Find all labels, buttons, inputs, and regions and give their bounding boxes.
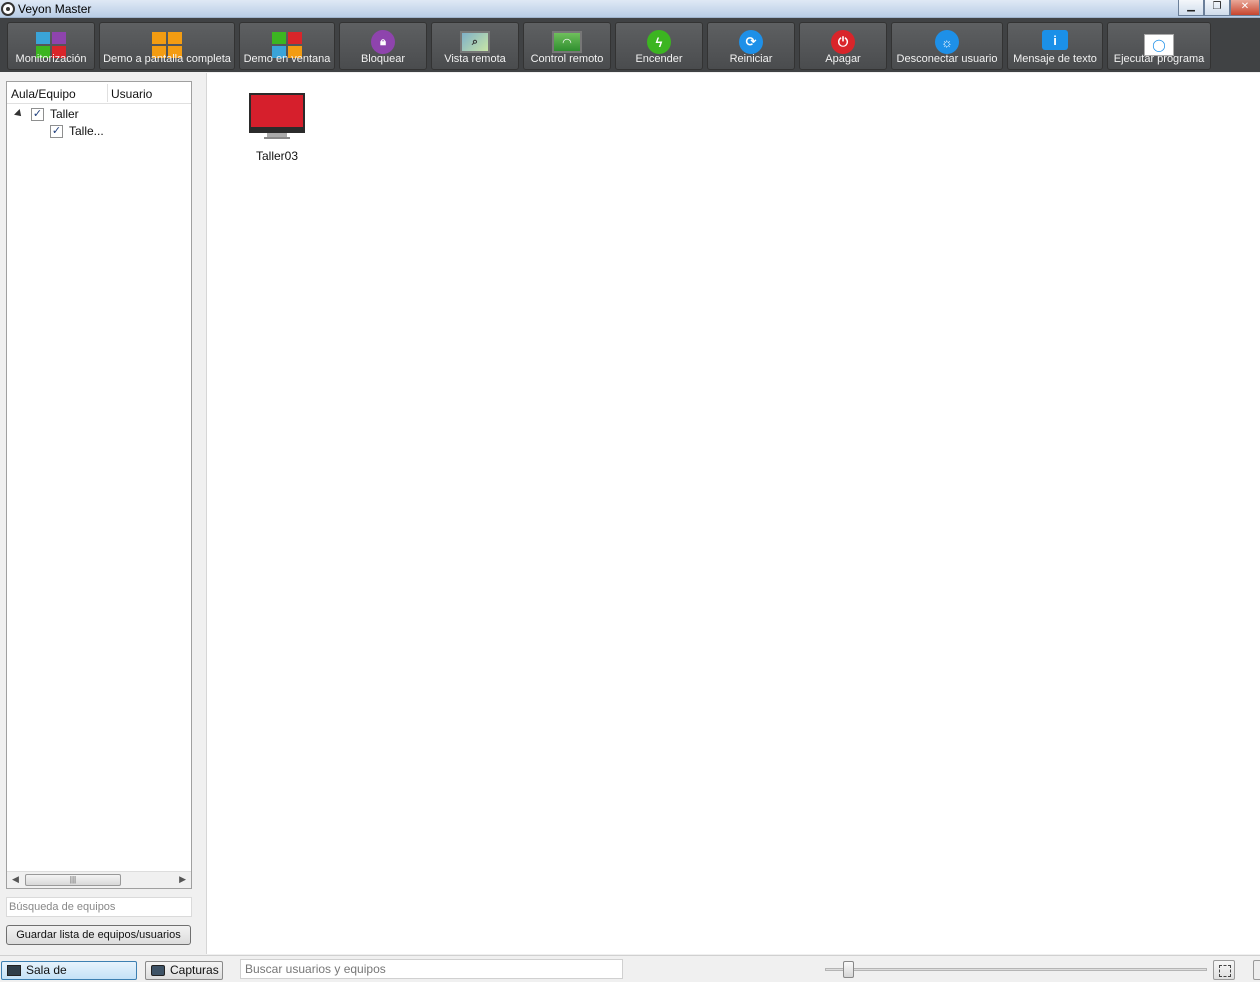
computer-checkbox[interactable]: ✓: [50, 124, 63, 138]
scroll-left-icon[interactable]: ◀: [12, 874, 19, 885]
power-on-button[interactable]: ϟ Encender: [615, 22, 703, 70]
reboot-label: Reiniciar: [729, 53, 773, 65]
save-list-button[interactable]: Guardar lista de equipos/usuarios: [6, 925, 191, 945]
logout-button[interactable]: ☼ Desconectar usuario: [891, 22, 1003, 70]
demo-window-label: Demo en ventana: [243, 53, 331, 65]
tree-item-computer[interactable]: ✓ Talle...: [50, 123, 104, 139]
lock-icon: 🔒︎: [371, 30, 395, 54]
power-down-button[interactable]: ⏻ Apagar: [799, 22, 887, 70]
zoom-slider-track[interactable]: [825, 968, 1207, 971]
tab-label: Sala de ordenadores: [26, 963, 93, 982]
room-checkbox[interactable]: ✓: [31, 107, 44, 121]
camera-icon: [151, 965, 165, 976]
window-controls: ▁ ❐ ✕: [1178, 0, 1260, 16]
power-off-icon: ⏻: [831, 30, 855, 54]
run-program-label: Ejecutar programa: [1113, 53, 1205, 65]
tree-item-label: Taller: [50, 107, 79, 121]
tab-screenshots[interactable]: Capturas: [145, 961, 223, 980]
computer-tree[interactable]: Aula/Equipo Usuario ✓ Taller ✓ Talle... …: [6, 81, 192, 889]
remote-view-label: Vista remota: [444, 53, 506, 65]
tree-header: Aula/Equipo Usuario: [7, 82, 191, 104]
veyon-eye-icon: [1, 2, 15, 16]
column-header-user[interactable]: Usuario: [111, 87, 152, 101]
power-down-label: Apagar: [825, 53, 861, 65]
expand-arrow-icon[interactable]: [14, 109, 24, 119]
computer-monitoring-area: Taller03: [206, 73, 1260, 954]
computer-room-icon: [7, 965, 21, 976]
user-computer-search-input[interactable]: [240, 959, 623, 979]
logout-label: Desconectar usuario: [896, 53, 998, 65]
reboot-icon: ⟳: [739, 30, 763, 54]
column-header-room[interactable]: Aula/Equipo: [11, 87, 76, 101]
lock-label: Bloquear: [360, 53, 406, 65]
computer-name: Taller03: [255, 149, 299, 163]
zoom-slider-thumb[interactable]: [843, 961, 854, 978]
title-bar: Veyon Master ▁ ❐ ✕: [0, 0, 1260, 18]
tab-computer-room[interactable]: Sala de ordenadores: [1, 961, 137, 982]
computer-monitor-icon: [249, 93, 305, 133]
monitoring-label: Monitorización: [15, 53, 87, 65]
status-bar: Sala de ordenadores Capturas: [0, 955, 1260, 982]
computer-select-panel: Aula/Equipo Usuario ✓ Taller ✓ Talle... …: [0, 73, 206, 954]
remote-view-icon: ⌕: [460, 31, 490, 53]
logout-user-icon: ☼: [935, 30, 959, 54]
close-button[interactable]: ✕: [1230, 0, 1260, 16]
maximize-button[interactable]: ❐: [1204, 0, 1230, 16]
scroll-right-icon[interactable]: ▶: [179, 874, 186, 885]
computer-tile[interactable]: Taller03: [247, 93, 307, 163]
main-toolbar: Monitorización Demo a pantalla completa …: [0, 18, 1260, 72]
computer-search-input[interactable]: [6, 897, 192, 917]
monitoring-button[interactable]: Monitorización: [7, 22, 95, 70]
tab-label: Capturas: [170, 963, 219, 977]
extra-button[interactable]: [1253, 960, 1260, 980]
horizontal-scrollbar[interactable]: ◀ ||| ▶: [7, 871, 191, 888]
tree-item-room[interactable]: ✓ Taller: [14, 106, 79, 122]
scrollbar-thumb[interactable]: |||: [25, 874, 121, 886]
remote-view-button[interactable]: ⌕ Vista remota: [431, 22, 519, 70]
text-message-icon: i: [1042, 30, 1068, 50]
text-message-label: Mensaje de texto: [1013, 53, 1097, 65]
run-program-button[interactable]: ◯ Ejecutar programa: [1107, 22, 1211, 70]
minimize-button[interactable]: ▁: [1178, 0, 1204, 16]
demo-fullscreen-button[interactable]: Demo a pantalla completa: [99, 22, 235, 70]
reboot-button[interactable]: ⟳ Reiniciar: [707, 22, 795, 70]
demo-window-button[interactable]: Demo en ventana: [239, 22, 335, 70]
power-on-label: Encender: [635, 53, 683, 65]
window-title: Veyon Master: [18, 2, 92, 16]
auto-fit-button[interactable]: [1213, 960, 1235, 980]
lock-button[interactable]: 🔒︎ Bloquear: [339, 22, 427, 70]
power-on-icon: ϟ: [647, 30, 671, 54]
text-message-button[interactable]: i Mensaje de texto: [1007, 22, 1103, 70]
tree-item-label: Talle...: [69, 124, 104, 138]
remote-control-icon: ◠: [552, 31, 582, 53]
remote-control-label: Control remoto: [530, 53, 604, 65]
demo-fullscreen-label: Demo a pantalla completa: [103, 53, 231, 65]
remote-control-button[interactable]: ◠ Control remoto: [523, 22, 611, 70]
